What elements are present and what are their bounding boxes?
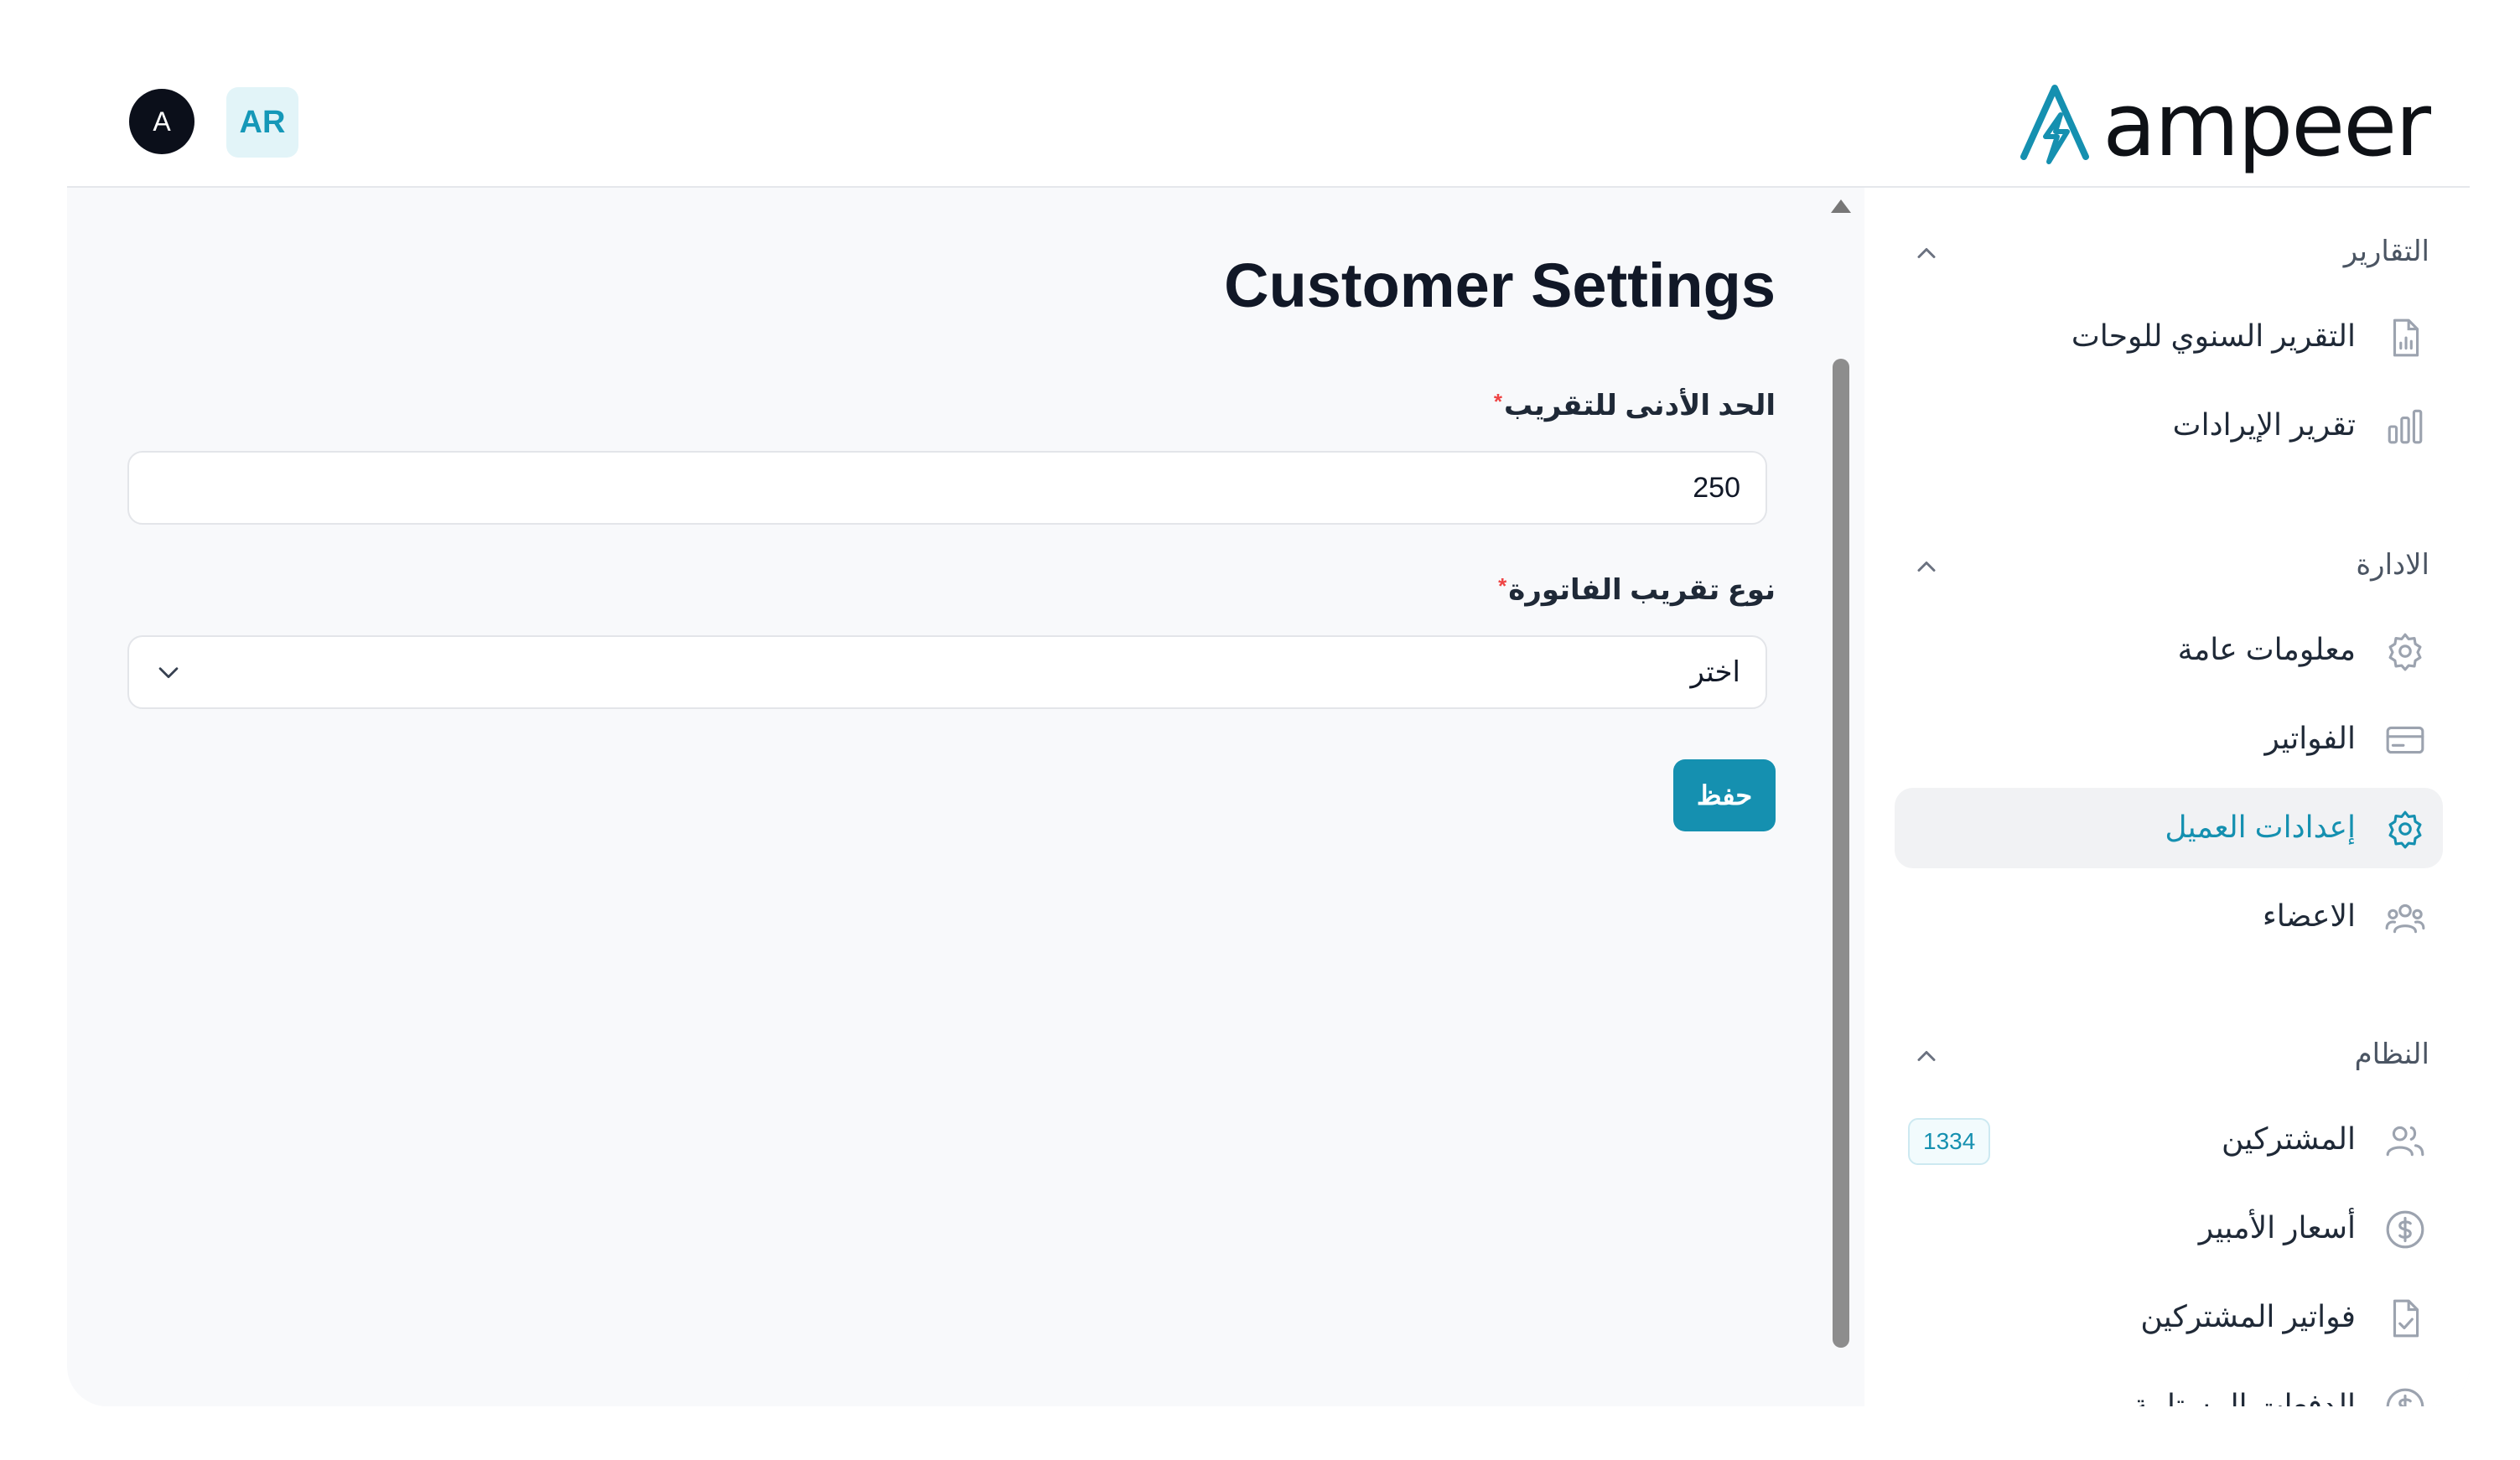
sidebar: التقارير التقرير السنوي للوحات تقرير الإ…	[1864, 188, 2470, 1406]
rounding-type-label-text: نوع تقريب الفاتورة	[1508, 574, 1776, 606]
sidebar-item-label: أسعار الأمبير	[2198, 1210, 2356, 1245]
main-content: Customer Settings الحد الأدنى للتقريب* ن…	[67, 188, 1853, 1406]
section-reports[interactable]: التقارير	[1864, 226, 2470, 277]
sidebar-item-label: الفواتير	[2264, 721, 2356, 755]
sidebar-item-customer-settings[interactable]: إعدادات العميل	[1895, 788, 2443, 868]
min-rounding-label-text: الحد الأدنى للتقريب	[1504, 390, 1776, 422]
sidebar-item-subscriber-invoices[interactable]: فواتير المشتركين	[1895, 1277, 2443, 1358]
section-system[interactable]: النظام	[1864, 1029, 2470, 1079]
subscriber-count-badge: 1334	[1908, 1118, 1991, 1165]
sidebar-item-label: المشتركين	[2221, 1121, 2356, 1156]
min-rounding-label: الحد الأدنى للتقريب*	[1494, 389, 1776, 422]
credit-card-icon	[2386, 726, 2424, 754]
app-logo[interactable]: ampeer	[2017, 74, 2431, 176]
sidebar-item-received-payments[interactable]: الدفعات المستلمة	[1895, 1366, 2443, 1406]
gear-icon	[2388, 633, 2422, 671]
section-title: الادارة	[2356, 549, 2429, 581]
rounding-type-select[interactable]: اختر	[127, 635, 1767, 709]
chevron-up-icon	[1917, 248, 1936, 258]
section-title: النظام	[2354, 1038, 2429, 1070]
sidebar-item-ampere-prices[interactable]: أسعار الأمبير	[1895, 1188, 2443, 1269]
users-icon	[2385, 903, 2425, 934]
logo-text: ampeer	[2103, 74, 2431, 176]
chevron-up-icon	[1917, 1051, 1936, 1061]
language-toggle-button[interactable]: AR	[226, 87, 298, 158]
min-rounding-input[interactable]	[127, 451, 1767, 525]
section-title: التقارير	[2343, 236, 2429, 267]
bar-chart-icon	[2388, 409, 2423, 444]
chevron-down-icon	[158, 667, 179, 679]
file-check-icon	[2393, 1299, 2419, 1338]
required-mark: *	[1498, 573, 1507, 598]
section-administration[interactable]: الادارة	[1864, 540, 2470, 590]
sidebar-item-label: معلومات عامة	[2177, 632, 2356, 666]
gear-icon	[2388, 810, 2422, 849]
sidebar-item-label: التقرير السنوي للوحات	[2071, 318, 2356, 353]
sidebar-item-invoices[interactable]: الفواتير	[1895, 699, 2443, 779]
sidebar-item-label: إعدادات العميل	[2165, 810, 2356, 844]
top-bar: A AR ampeer	[0, 0, 2520, 186]
chevron-up-icon	[1917, 562, 1936, 572]
rounding-type-label: نوع تقريب الفاتورة*	[1498, 573, 1776, 607]
save-button[interactable]: حفظ	[1673, 759, 1776, 831]
sidebar-item-subscribers[interactable]: المشتركين 1334	[1895, 1100, 2443, 1180]
sidebar-item-general-info[interactable]: معلومات عامة	[1895, 610, 2443, 691]
user-avatar[interactable]: A	[129, 89, 194, 154]
sidebar-item-label: فواتير المشتركين	[2140, 1299, 2356, 1333]
dollar-circle-icon	[2386, 1210, 2424, 1249]
content-panel: Customer Settings الحد الأدنى للتقريب* ن…	[67, 186, 2470, 1406]
sidebar-item-annual-report[interactable]: التقرير السنوي للوحات	[1895, 297, 2443, 377]
sidebar-item-label: الدفعات المستلمة	[2132, 1388, 2356, 1406]
file-chart-icon	[2393, 318, 2419, 357]
dollar-circle-icon	[2386, 1388, 2424, 1406]
select-value: اختر	[1690, 656, 1740, 688]
users-icon	[2386, 1126, 2424, 1157]
sidebar-item-members[interactable]: الاعضاء	[1895, 877, 2443, 957]
scroll-up-arrow[interactable]	[1831, 199, 1851, 213]
sidebar-item-label: الاعضاء	[2262, 898, 2356, 933]
lightning-logo-icon	[2020, 85, 2090, 164]
sidebar-item-label: تقرير الإيرادات	[2172, 407, 2356, 442]
required-mark: *	[1493, 389, 1503, 414]
sidebar-item-revenue-report[interactable]: تقرير الإيرادات	[1895, 386, 2443, 466]
scrollbar-thumb[interactable]	[1833, 359, 1849, 1348]
page-title: Customer Settings	[1224, 251, 1776, 320]
